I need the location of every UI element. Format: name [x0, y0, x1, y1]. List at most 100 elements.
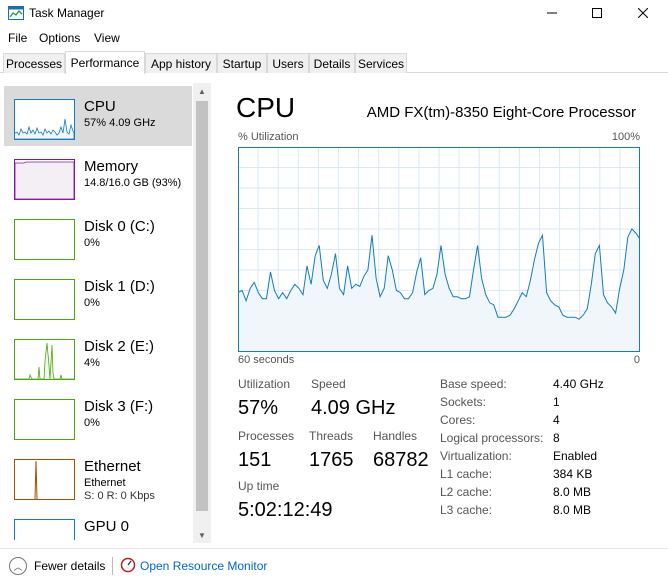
threads-label: Threads — [309, 429, 354, 443]
base-speed-label: Base speed: — [440, 377, 507, 391]
sidebar-ethernet-label: Ethernet — [84, 458, 141, 475]
sidebar-item-disk-0[interactable]: Disk 0 (C:) 0% — [4, 206, 192, 266]
handles-label: Handles — [373, 429, 418, 443]
sidebar-item-disk-2[interactable]: Disk 2 (E:) 4% — [4, 326, 192, 386]
logical-processors-value: 8 — [553, 431, 560, 445]
cores-label: Cores: — [440, 413, 476, 427]
sockets-value: 1 — [553, 395, 560, 409]
title-bar: Task Manager — [0, 0, 668, 28]
tab-processes[interactable]: Processes — [3, 53, 65, 73]
processor-model: AMD FX(tm)-8350 Eight-Core Processor — [366, 104, 636, 121]
l3-cache-label: L3 cache: — [440, 503, 493, 517]
sidebar-cpu-value: 57% 4.09 GHz — [84, 117, 156, 129]
sidebar-ethernet-adapter: Ethernet — [84, 477, 126, 489]
l1-cache-value: 384 KB — [553, 467, 593, 481]
scroll-thumb[interactable] — [196, 101, 208, 511]
sidebar-disk-0-value: 0% — [84, 237, 100, 249]
disk-2-thumbnail-graph — [14, 339, 75, 380]
scroll-down-arrow-icon[interactable]: ▼ — [193, 527, 211, 543]
l3-cache-value: 8.0 MB — [553, 503, 592, 517]
l2-cache-value: 8.0 MB — [553, 485, 592, 499]
time-axis-end: 0 — [633, 354, 640, 366]
utilization-axis-label: % Utilization — [238, 131, 299, 143]
sidebar-scrollbar[interactable]: ▲ ▼ — [193, 83, 211, 543]
sidebar-disk-2-label: Disk 2 (E:) — [84, 338, 155, 355]
minimize-button[interactable] — [529, 0, 575, 26]
utilization-label: Utilization — [238, 377, 291, 391]
sidebar-item-cpu[interactable]: CPU 57% 4.09 GHz — [4, 86, 192, 146]
disk-3-thumbnail-graph — [14, 399, 75, 440]
menu-bar: File Options View — [0, 28, 668, 48]
footer-bar: ︿ Fewer details Open Resource Monitor — [0, 548, 668, 588]
sidebar-memory-label: Memory — [84, 158, 139, 175]
disk-1-thumbnail-graph — [14, 279, 75, 320]
base-speed-value: 4.40 GHz — [553, 377, 604, 391]
sidebar-item-memory[interactable]: Memory 14.8/16.0 GB (93%) — [4, 146, 192, 206]
utilization-axis-max: 100% — [611, 131, 640, 143]
processes-label: Processes — [238, 429, 295, 443]
sidebar-item-disk-3[interactable]: Disk 3 (F:) 0% — [4, 386, 192, 446]
tab-strip: Processes Performance App history Startu… — [0, 51, 668, 74]
sidebar-disk-3-label: Disk 3 (F:) — [84, 398, 154, 415]
tab-startup[interactable]: Startup — [217, 53, 267, 73]
virtualization-value: Enabled — [553, 449, 598, 463]
chevron-up-icon[interactable]: ︿ — [9, 557, 27, 575]
close-icon — [638, 8, 648, 18]
maximize-button[interactable] — [574, 0, 620, 26]
tab-performance[interactable]: Performance — [65, 51, 145, 74]
tab-services[interactable]: Services — [355, 53, 407, 73]
footer-divider — [112, 557, 113, 575]
uptime-label: Up time — [238, 479, 280, 493]
processes-value: 151 — [238, 449, 272, 471]
speed-label: Speed — [311, 377, 346, 391]
disk-0-thumbnail-graph — [14, 219, 75, 260]
menu-view[interactable]: View — [94, 31, 120, 45]
task-manager-icon — [8, 6, 24, 20]
maximize-icon — [592, 8, 602, 18]
tab-app-history[interactable]: App history — [145, 53, 217, 73]
sidebar-item-ethernet[interactable]: Ethernet Ethernet S: 0 R: 0 Kbps — [4, 446, 192, 506]
open-resource-monitor-link[interactable]: Open Resource Monitor — [140, 559, 267, 573]
cpu-utilization-graph — [238, 147, 640, 352]
sidebar-disk-1-value: 0% — [84, 297, 100, 309]
gpu-0-thumbnail-graph — [14, 519, 75, 540]
uptime-value: 5:02:12:49 — [238, 499, 333, 521]
sidebar-ethernet-throughput: S: 0 R: 0 Kbps — [84, 490, 155, 502]
sidebar-disk-2-value: 4% — [84, 357, 100, 369]
sidebar-item-disk-1[interactable]: Disk 1 (D:) 0% — [4, 266, 192, 326]
tab-details[interactable]: Details — [309, 53, 355, 73]
utilization-value: 57% — [238, 397, 279, 419]
sidebar-item-gpu-0[interactable]: GPU 0 — [4, 506, 192, 540]
scroll-up-arrow-icon[interactable]: ▲ — [193, 83, 211, 99]
sidebar-disk-0-label: Disk 0 (C:) — [84, 218, 155, 235]
handles-value: 68782 — [373, 449, 429, 471]
speed-value: 4.09 GHz — [311, 397, 396, 419]
resource-monitor-icon — [120, 557, 136, 573]
ethernet-thumbnail-graph — [14, 459, 75, 500]
window-title: Task Manager — [29, 6, 105, 20]
sidebar-gpu-0-label: GPU 0 — [84, 518, 130, 535]
cores-value: 4 — [553, 413, 560, 427]
tab-users[interactable]: Users — [267, 53, 309, 73]
fewer-details-button[interactable]: Fewer details — [34, 559, 105, 573]
sidebar-memory-value: 14.8/16.0 GB (93%) — [84, 177, 182, 189]
memory-thumbnail-graph — [14, 159, 75, 200]
sockets-label: Sockets: — [440, 395, 487, 409]
menu-options[interactable]: Options — [39, 31, 80, 45]
minimize-icon — [547, 12, 557, 14]
sidebar-disk-1-label: Disk 1 (D:) — [84, 278, 155, 295]
virtualization-label: Virtualization: — [440, 449, 512, 463]
sidebar-cpu-label: CPU — [84, 98, 116, 115]
resource-list: CPU 57% 4.09 GHz Memory 14.8/16.0 GB (93… — [0, 80, 212, 540]
close-button[interactable] — [620, 0, 666, 26]
menu-file[interactable]: File — [8, 31, 27, 45]
logical-processors-label: Logical processors: — [440, 431, 544, 445]
l1-cache-label: L1 cache: — [440, 467, 493, 481]
sidebar-disk-3-value: 0% — [84, 417, 100, 429]
time-axis-start: 60 seconds — [238, 354, 295, 366]
page-title: CPU — [236, 92, 296, 123]
cpu-detail-panel: CPU AMD FX(tm)-8350 Eight-Core Processor… — [220, 80, 660, 540]
cpu-thumbnail-graph — [14, 99, 75, 140]
l2-cache-label: L2 cache: — [440, 485, 493, 499]
threads-value: 1765 — [309, 449, 354, 471]
